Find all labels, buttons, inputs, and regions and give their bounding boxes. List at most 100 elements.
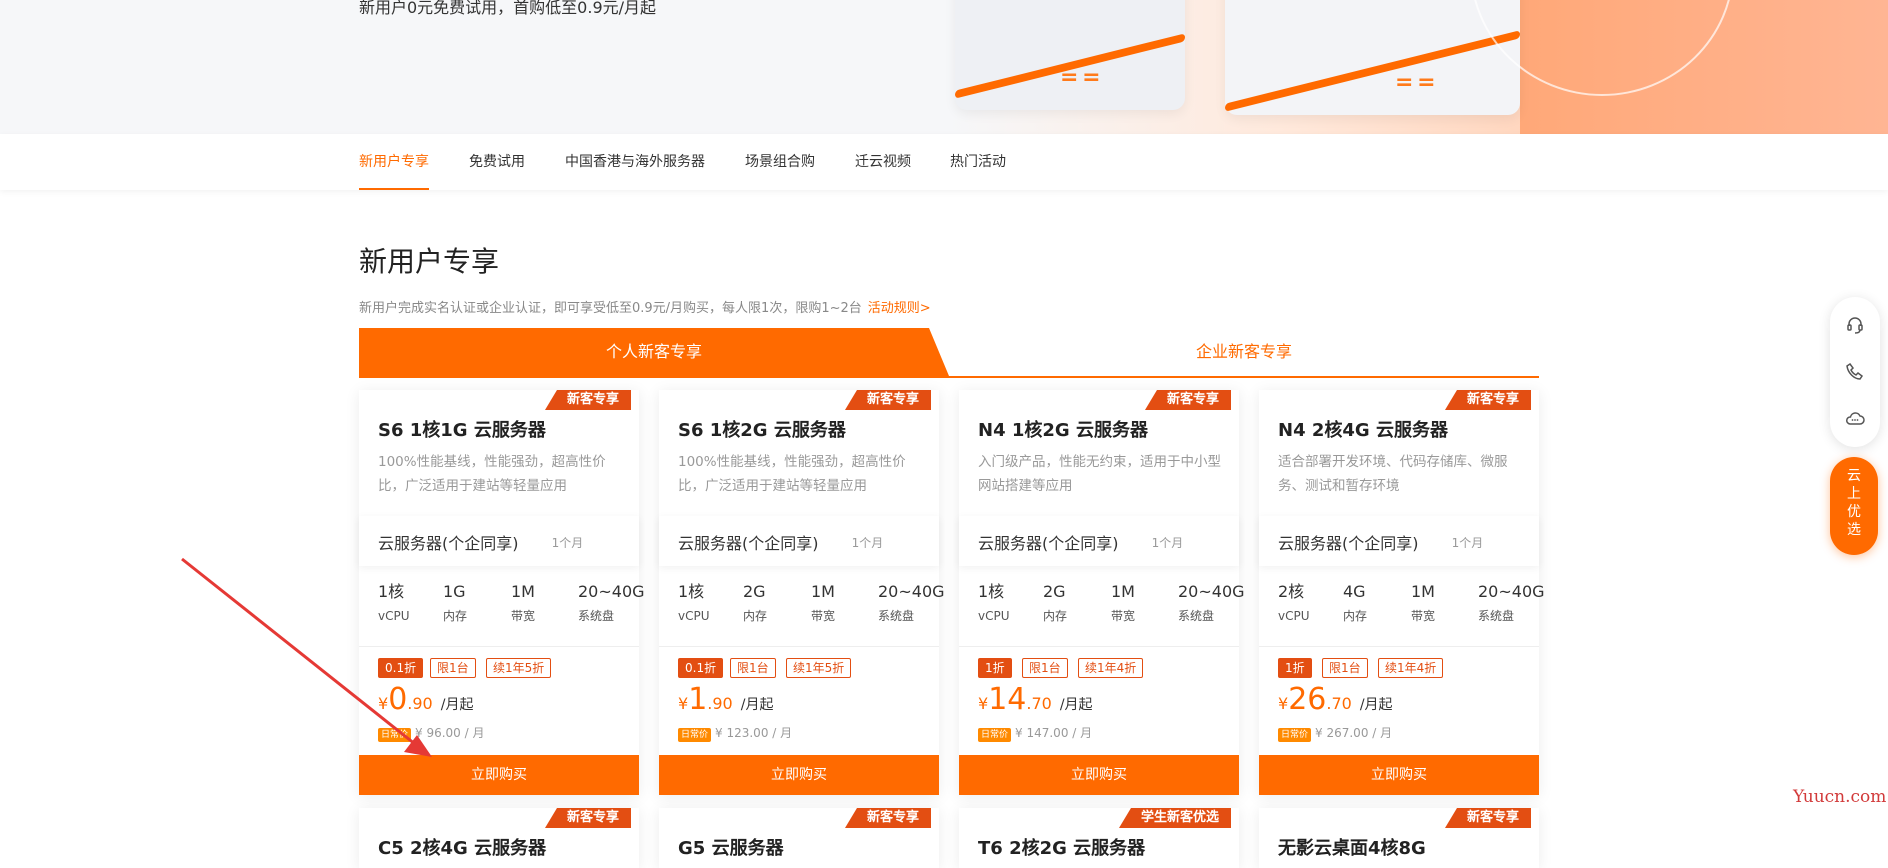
spec-label: 内存 <box>1043 609 1068 623</box>
buy-now-button[interactable]: 立即购买 <box>1259 755 1539 795</box>
plan-name: 云服务器(个企同享) <box>378 534 519 553</box>
original-price-badge: 日常价 <box>678 728 712 742</box>
price-integer: 26 <box>1288 682 1327 717</box>
spec-label: 带宽 <box>1411 609 1436 623</box>
price-integer: 1 <box>688 682 708 717</box>
product-card[interactable]: 学生新客优选 T6 2核2G 云服务器 <box>959 808 1239 868</box>
spec-value: 20~40G <box>1178 582 1245 601</box>
new-customer-badge: 新客专享 <box>1444 390 1531 410</box>
nav-migration-video[interactable]: 迁云视频 <box>855 134 911 190</box>
float-cta-char: 优 <box>1847 504 1861 520</box>
rules-link[interactable]: 活动规则> <box>868 301 931 316</box>
product-card[interactable]: 新客专享 S6 1核1G 云服务器 100%性能基线，性能强劲，超高性价比，广泛… <box>359 390 645 795</box>
nav-new-user[interactable]: 新用户专享 <box>359 134 429 190</box>
plan-selector[interactable]: 云服务器(个企同享) 1个月 <box>959 516 1239 566</box>
spec-label: vCPU <box>378 609 410 623</box>
plan-selector[interactable]: 云服务器(个企同享) 1个月 <box>359 516 639 566</box>
spec-label: 内存 <box>743 609 768 623</box>
original-price-value: ¥ 147.00 / 月 <box>1015 726 1093 740</box>
spec-label: 系统盘 <box>578 609 615 623</box>
promo-tag: 0.1折 <box>378 658 424 678</box>
original-price: 日常价 ¥ 96.00 / 月 <box>378 724 485 742</box>
price-decimal: .70 <box>1326 694 1352 713</box>
nav-free-trial[interactable]: 免费试用 <box>469 134 525 190</box>
spec-value: 2G <box>743 582 766 601</box>
buy-now-button[interactable]: 立即购买 <box>659 755 939 795</box>
spec-list: 1核 vCPU 2G 内存 1M 带宽 20~40G 系统盘 <box>978 578 1245 638</box>
original-price: 日常价 ¥ 267.00 / 月 <box>1278 724 1392 742</box>
spec-label: 内存 <box>1343 609 1368 623</box>
plan-duration: 1个月 <box>551 536 584 550</box>
plan-selector[interactable]: 云服务器(个企同享) 1个月 <box>659 516 939 566</box>
divider <box>1259 646 1539 647</box>
product-desc: 适合部署开发环境、代码存储库、微服务、测试和暂存环境 <box>1278 454 1508 494</box>
new-customer-badge: 新客专享 <box>844 390 931 410</box>
plan-name: 云服务器(个企同享) <box>1278 534 1419 553</box>
spec-item: 1G 内存 <box>443 578 467 626</box>
product-card[interactable]: 新客专享 C5 2核4G 云服务器 <box>359 808 639 868</box>
original-price-value: ¥ 96.00 / 月 <box>415 726 485 740</box>
spec-label: 带宽 <box>1111 609 1136 623</box>
divider <box>959 646 1239 647</box>
original-price-value: ¥ 123.00 / 月 <box>715 726 793 740</box>
spec-item: 1M 带宽 <box>511 578 535 626</box>
promo-tag: 限1台 <box>1022 658 1068 678</box>
buy-now-button[interactable]: 立即购买 <box>959 755 1239 795</box>
plan-name: 云服务器(个企同享) <box>678 534 819 553</box>
product-card[interactable]: 新客专享 N4 1核2G 云服务器 入门级产品，性能无约束，适用于中小型网站搭建… <box>959 390 1245 795</box>
product-card[interactable]: 新客专享 S6 1核2G 云服务器 100%性能基线，性能强劲，超高性价比，广泛… <box>659 390 945 795</box>
section-nav: 新用户专享 免费试用 中国香港与海外服务器 场景组合购 迁云视频 热门活动 <box>0 134 1888 190</box>
new-customer-badge: 新客专享 <box>844 808 931 828</box>
spec-label: 带宽 <box>811 609 836 623</box>
spec-item: 20~40G 系统盘 <box>578 578 645 626</box>
promo-tag: 续1年4折 <box>1378 658 1444 678</box>
nav-hot-events[interactable]: 热门活动 <box>950 134 1006 190</box>
promo-tag: 1折 <box>978 658 1012 678</box>
spec-label: 系统盘 <box>1478 609 1515 623</box>
product-card[interactable]: 新客专享 G5 云服务器 <box>659 808 939 868</box>
promo-tag: 0.1折 <box>678 658 724 678</box>
section-title: 新用户专享 <box>359 245 500 278</box>
price: ¥1.90/月起 <box>678 682 773 718</box>
price-symbol: ¥ <box>1278 694 1289 713</box>
plan-selector[interactable]: 云服务器(个企同享) 1个月 <box>1259 516 1539 566</box>
product-desc: 入门级产品，性能无约束，适用于中小型网站搭建等应用 <box>978 454 1221 494</box>
tab-personal[interactable]: 个人新客专享 <box>359 328 949 376</box>
phone-icon[interactable] <box>1845 362 1865 382</box>
customer-tabs: 个人新客专享 企业新客专享 <box>359 328 1539 378</box>
product-title: 无影云桌面4核8G <box>1278 838 1426 859</box>
spec-item: 2核 vCPU <box>1278 578 1310 626</box>
nav-scene-bundle[interactable]: 场景组合购 <box>745 134 815 190</box>
spec-value: 1M <box>1411 582 1435 601</box>
price-decimal: .70 <box>1026 694 1052 713</box>
spec-value: 4G <box>1343 582 1366 601</box>
product-title: S6 1核1G 云服务器 <box>378 420 546 441</box>
spec-value: 20~40G <box>578 582 645 601</box>
spec-item: 1核 vCPU <box>978 578 1010 626</box>
cloud-chat-icon[interactable] <box>1845 409 1865 429</box>
new-customer-badge: 学生新客优选 <box>1118 808 1231 828</box>
spec-item: 1核 vCPU <box>678 578 710 626</box>
headset-icon[interactable] <box>1845 315 1865 335</box>
plan-duration: 1个月 <box>1451 536 1484 550</box>
product-card[interactable]: 新客专享 N4 2核4G 云服务器 适合部署开发环境、代码存储库、微服务、测试和… <box>1259 390 1545 795</box>
float-cta-button[interactable]: 云 上 优 选 <box>1830 457 1878 555</box>
buy-now-button[interactable]: 立即购买 <box>359 755 639 795</box>
tab-enterprise[interactable]: 企业新客专享 <box>949 328 1539 376</box>
product-desc: 100%性能基线，性能强劲，超高性价比，广泛适用于建站等轻量应用 <box>378 454 606 494</box>
promo-tag: 续1年5折 <box>486 658 552 678</box>
promo-tag: 1折 <box>1278 658 1312 678</box>
spec-label: 带宽 <box>511 609 536 623</box>
price-unit: /月起 <box>1359 697 1393 713</box>
product-title: N4 1核2G 云服务器 <box>978 420 1148 441</box>
spec-item: 1M 带宽 <box>1411 578 1435 626</box>
original-price: 日常价 ¥ 123.00 / 月 <box>678 724 793 742</box>
product-title: G5 云服务器 <box>678 838 784 859</box>
spec-label: 系统盘 <box>1178 609 1215 623</box>
nav-hk-overseas[interactable]: 中国香港与海外服务器 <box>565 134 705 190</box>
product-desc: 100%性能基线，性能强劲，超高性价比，广泛适用于建站等轻量应用 <box>678 454 906 494</box>
product-card[interactable]: 新客专享 无影云桌面4核8G <box>1259 808 1539 868</box>
spec-item: 2G 内存 <box>1043 578 1067 626</box>
product-title: C5 2核4G 云服务器 <box>378 838 547 859</box>
price-decimal: .90 <box>707 694 733 713</box>
